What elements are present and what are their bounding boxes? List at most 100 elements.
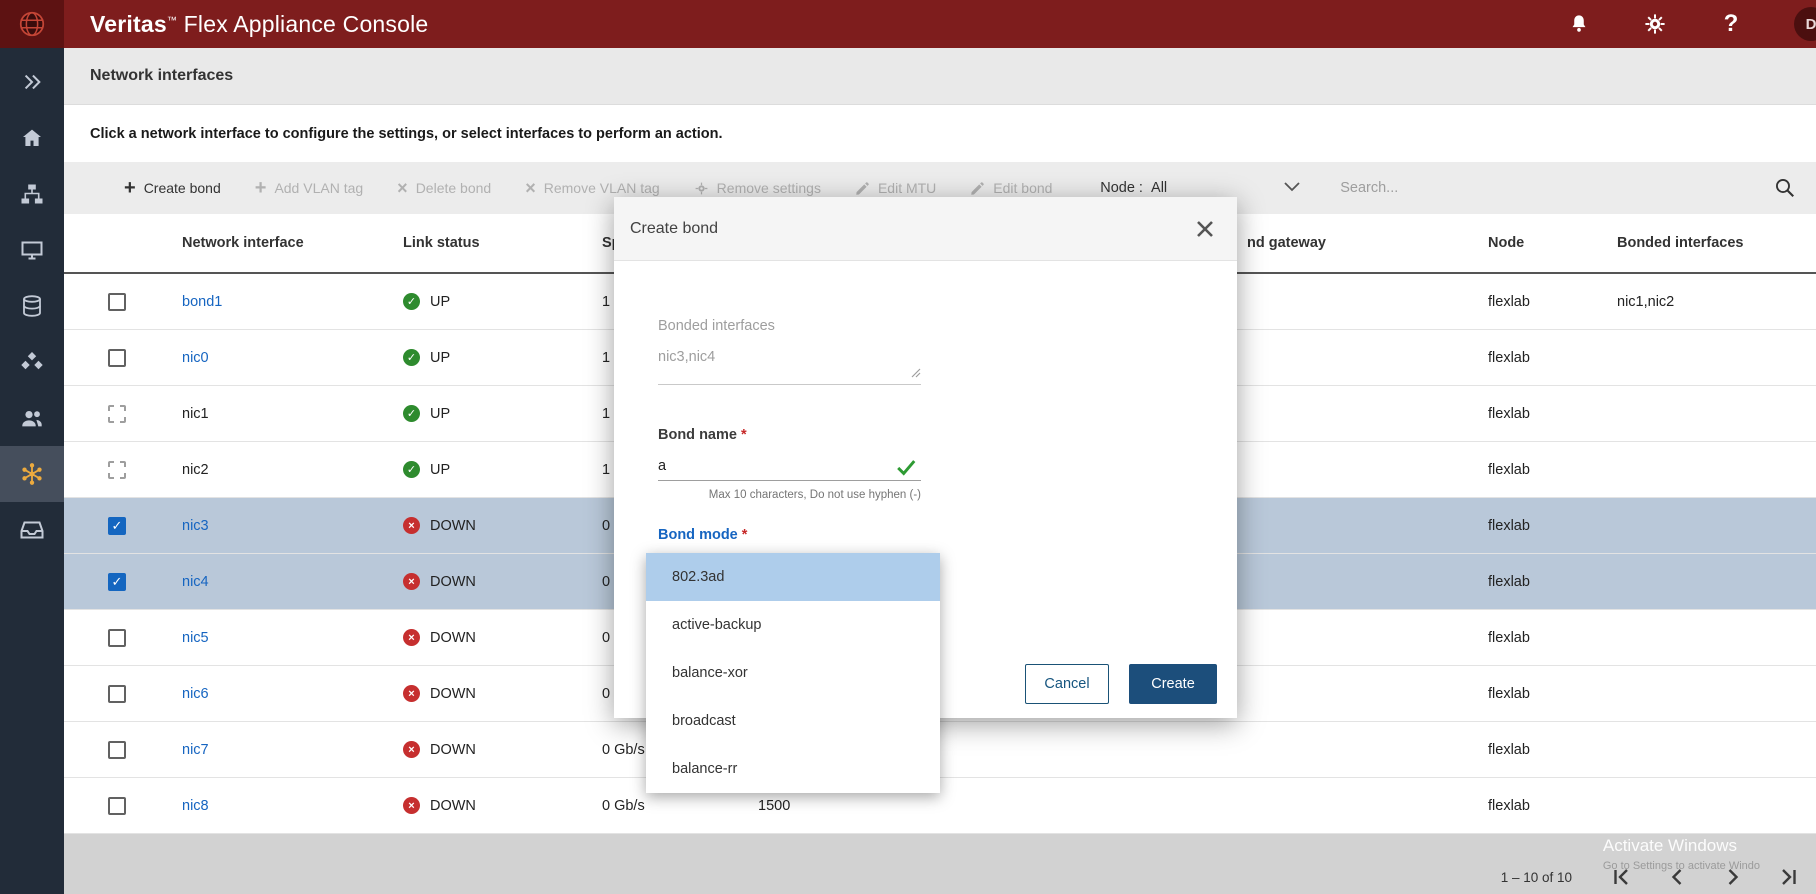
edit-bond-button[interactable]: Edit bond <box>970 180 1052 196</box>
row-checkbox[interactable] <box>108 629 126 647</box>
sidebar-item-network[interactable] <box>0 446 64 502</box>
node-value: flexlab <box>1488 350 1530 366</box>
add-vlan-tag-button[interactable]: +Add VLAN tag <box>255 178 363 198</box>
create-bond-dialog: Create bond Bonded interfaces nic3,nic4 … <box>614 197 1237 718</box>
sidebar-item-appliances[interactable] <box>0 502 64 558</box>
search-input[interactable] <box>1340 180 1760 196</box>
veritas-logo <box>0 0 64 48</box>
table-row[interactable]: nic7 ×DOWN 0 Gb/s1500 flexlab <box>64 722 1816 778</box>
interface-link[interactable]: nic7 <box>182 742 209 758</box>
resize-handle-icon[interactable] <box>911 366 921 382</box>
row-checkbox[interactable] <box>108 461 126 479</box>
sidebar-item-home[interactable] <box>0 110 64 166</box>
interface-link[interactable]: nic0 <box>182 350 209 366</box>
bond-name-label: Bond name * <box>658 427 747 443</box>
link-status-icon: × <box>403 573 420 590</box>
hierarchy-icon <box>20 182 44 206</box>
bond-mode-option[interactable]: balance-xor <box>646 649 940 697</box>
node-value: flexlab <box>1488 798 1530 814</box>
link-status-icon: ✓ <box>403 461 420 478</box>
sidebar <box>0 48 64 894</box>
remove-vlan-tag-button[interactable]: ×Remove VLAN tag <box>525 179 659 197</box>
node-filter-label: Node : <box>1100 180 1143 196</box>
interface-link[interactable]: nic5 <box>182 630 209 646</box>
notifications-bell-icon[interactable] <box>1566 11 1592 37</box>
pencil-icon <box>970 181 985 196</box>
home-icon <box>20 126 44 150</box>
column-network-interface: Network interface <box>152 214 377 272</box>
interface-link[interactable]: nic2 <box>182 462 209 478</box>
gear-icon <box>694 181 709 196</box>
footer-bar: Activate Windows Go to Settings to activ… <box>64 834 1816 894</box>
monitor-icon <box>20 238 44 262</box>
link-status-icon: × <box>403 741 420 758</box>
row-checkbox[interactable] <box>108 741 126 759</box>
pagination: 1 – 10 of 10 <box>1501 866 1800 888</box>
tray-icon <box>20 518 44 542</box>
interface-link[interactable]: nic8 <box>182 798 209 814</box>
node-filter[interactable]: Node : All <box>1100 180 1300 196</box>
edit-mtu-button[interactable]: Edit MTU <box>855 180 936 196</box>
speed-value: 0 Gb/s <box>602 798 758 814</box>
valid-check-icon <box>895 456 917 478</box>
delete-bond-button[interactable]: ×Delete bond <box>397 179 491 197</box>
row-checkbox[interactable]: ✓ <box>108 573 126 591</box>
first-page-icon[interactable] <box>1610 866 1632 888</box>
link-status-text: DOWN <box>430 574 476 590</box>
row-checkbox[interactable] <box>108 797 126 815</box>
dialog-title: Create bond <box>630 220 718 238</box>
pagination-range: 1 – 10 of 10 <box>1501 870 1572 885</box>
bonded-interfaces-textarea[interactable]: nic3,nic4 <box>658 343 921 385</box>
link-status-text: DOWN <box>430 798 476 814</box>
remove-settings-button[interactable]: Remove settings <box>694 180 821 196</box>
bond-name-input[interactable]: a <box>658 451 921 481</box>
user-avatar[interactable]: D <box>1794 7 1816 41</box>
row-checkbox[interactable] <box>108 349 126 367</box>
row-checkbox[interactable] <box>108 405 126 423</box>
last-page-icon[interactable] <box>1778 866 1800 888</box>
interface-link[interactable]: nic6 <box>182 686 209 702</box>
node-value: flexlab <box>1488 742 1530 758</box>
interface-link[interactable]: nic1 <box>182 406 209 422</box>
node-value: flexlab <box>1488 406 1530 422</box>
settings-gear-icon[interactable] <box>1642 11 1668 37</box>
sidebar-item-applications[interactable] <box>0 334 64 390</box>
row-checkbox[interactable] <box>108 685 126 703</box>
sidebar-item-users[interactable] <box>0 390 64 446</box>
bond-mode-option[interactable]: broadcast <box>646 697 940 745</box>
plus-icon: + <box>124 178 136 198</box>
link-status-text: DOWN <box>430 742 476 758</box>
interface-link[interactable]: nic3 <box>182 518 209 534</box>
sidebar-item-topology[interactable] <box>0 166 64 222</box>
sidebar-item-instances[interactable] <box>0 222 64 278</box>
close-icon[interactable] <box>1193 217 1217 246</box>
bond-mode-option[interactable]: active-backup <box>646 601 940 649</box>
interface-link[interactable]: nic4 <box>182 574 209 590</box>
link-status-text: DOWN <box>430 630 476 646</box>
link-status-text: UP <box>430 406 450 422</box>
bond-mode-label: Bond mode * <box>658 527 747 543</box>
help-icon[interactable]: ? <box>1718 11 1744 37</box>
link-status-text: UP <box>430 294 450 310</box>
link-status-text: UP <box>430 350 450 366</box>
node-value: flexlab <box>1488 686 1530 702</box>
bond-mode-option[interactable]: balance-rr <box>646 745 940 793</box>
sidebar-expand-button[interactable] <box>0 54 64 110</box>
row-checkbox[interactable]: ✓ <box>108 517 126 535</box>
app-cluster-icon <box>20 350 44 374</box>
interface-link[interactable]: bond1 <box>182 294 222 310</box>
x-icon: × <box>397 179 408 197</box>
row-checkbox[interactable] <box>108 293 126 311</box>
cancel-button[interactable]: Cancel <box>1025 664 1109 704</box>
previous-page-icon[interactable] <box>1666 866 1688 888</box>
bond-mode-option[interactable]: 802.3ad <box>646 553 940 601</box>
bond-name-helper-text: Max 10 characters, Do not use hyphen (-) <box>658 489 921 501</box>
sidebar-item-storage[interactable] <box>0 278 64 334</box>
next-page-icon[interactable] <box>1722 866 1744 888</box>
search-icon[interactable] <box>1774 177 1796 199</box>
create-bond-button[interactable]: +Create bond <box>124 178 221 198</box>
link-status-icon: × <box>403 629 420 646</box>
node-value: flexlab <box>1488 462 1530 478</box>
create-button[interactable]: Create <box>1129 664 1217 704</box>
table-row[interactable]: nic8 ×DOWN 0 Gb/s1500 flexlab <box>64 778 1816 834</box>
